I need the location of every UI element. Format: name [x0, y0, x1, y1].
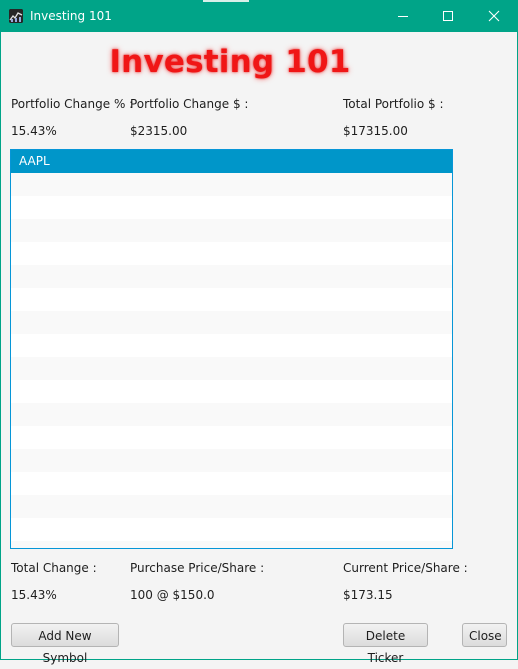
stock-chart-icon — [9, 9, 23, 23]
empty-list-row[interactable] — [11, 219, 452, 242]
delete-ticker-button[interactable]: Delete Ticker — [343, 623, 428, 665]
empty-list-row[interactable] — [11, 288, 452, 311]
total-portfolio-value: $17315.00 — [343, 124, 408, 138]
empty-list-row[interactable] — [11, 334, 452, 357]
portfolio-change-usd-value: $2315.00 — [130, 124, 188, 138]
empty-list-row[interactable] — [11, 311, 452, 334]
total-portfolio-label: Total Portfolio $ : — [343, 97, 444, 111]
symbol-list[interactable]: AAPL — [10, 149, 453, 549]
empty-list-row[interactable] — [11, 242, 452, 265]
app-heading: Investing 101 — [109, 44, 351, 80]
portfolio-change-usd-label: Portfolio Change $ : — [130, 97, 249, 111]
titlebar-highlight — [203, 0, 249, 2]
empty-list-row[interactable] — [11, 472, 452, 495]
close-icon — [488, 10, 500, 22]
close-window-button[interactable] — [471, 0, 517, 32]
empty-list-row[interactable] — [11, 518, 452, 541]
add-new-symbol-button[interactable]: Add New Symbol — [11, 623, 119, 665]
maximize-button[interactable] — [425, 0, 471, 32]
empty-list-row[interactable] — [11, 196, 452, 219]
purchase-price-value: 100 @ $150.0 — [130, 588, 215, 602]
portfolio-change-pct-label: Portfolio Change % : — [11, 97, 134, 111]
window-title: Investing 101 — [30, 9, 112, 23]
empty-list-row[interactable] — [11, 495, 452, 518]
window-titlebar[interactable]: Investing 101 — [0, 0, 518, 32]
portfolio-change-pct-value: 15.43% — [11, 124, 57, 138]
empty-list-row[interactable] — [11, 541, 452, 548]
empty-list-row[interactable] — [11, 403, 452, 426]
maximize-icon — [443, 11, 453, 21]
current-price-value: $173.15 — [343, 588, 393, 602]
empty-list-row[interactable] — [11, 265, 452, 288]
empty-list-row[interactable] — [11, 173, 452, 196]
minimize-button[interactable] — [380, 0, 426, 32]
total-change-label: Total Change : — [11, 561, 97, 575]
purchase-price-label: Purchase Price/Share : — [130, 561, 265, 575]
empty-list-row[interactable] — [11, 449, 452, 472]
empty-list-row[interactable] — [11, 426, 452, 449]
minimize-icon — [398, 16, 408, 17]
list-item[interactable]: AAPL — [11, 150, 452, 173]
total-change-value: 15.43% — [11, 588, 57, 602]
close-button[interactable]: Close — [462, 623, 507, 647]
empty-list-row[interactable] — [11, 380, 452, 403]
empty-list-row[interactable] — [11, 357, 452, 380]
current-price-label: Current Price/Share : — [343, 561, 468, 575]
